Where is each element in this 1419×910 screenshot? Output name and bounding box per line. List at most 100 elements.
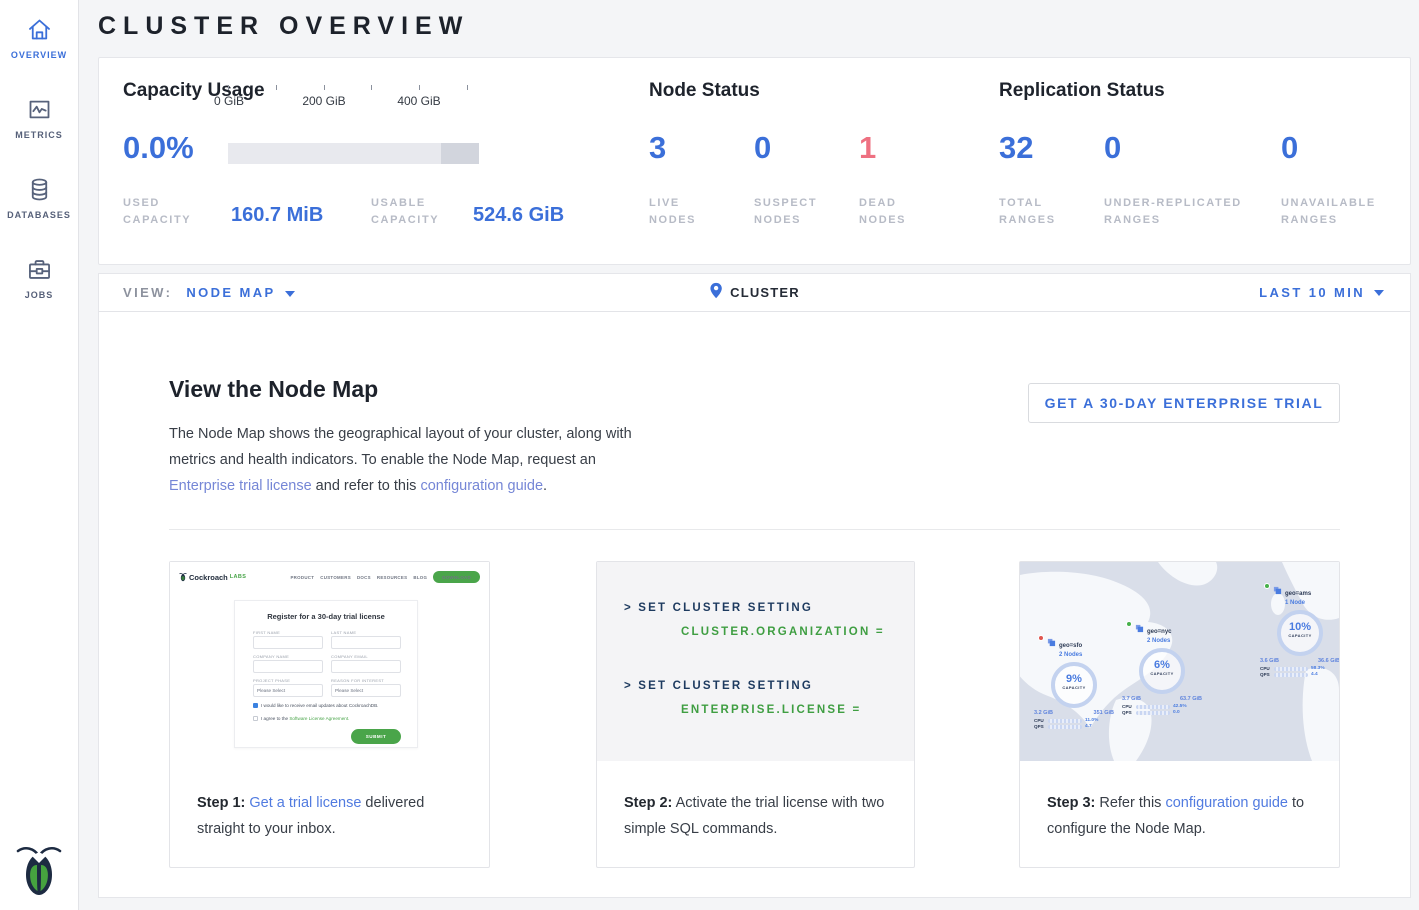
usable-capacity-value: 524.6 GiB <box>473 204 564 227</box>
used-capacity-value: 160.7 MiB <box>231 204 323 227</box>
unavailable-ranges-label: UNAVAILABLERANGES <box>1281 195 1376 229</box>
node-map-title: View the Node Map <box>169 376 378 403</box>
cockroachdb-bug-logo <box>15 843 63 897</box>
sql-line: CLUSTER.ORGANIZATION = <box>681 626 885 638</box>
time-range-selector[interactable]: LAST 10 MIN <box>1259 274 1384 311</box>
node-map-panel: View the Node Map The Node Map shows the… <box>98 312 1411 898</box>
dead-nodes-value: 1 <box>859 130 876 166</box>
email-updates-checkbox: I would like to receive email updates ab… <box>253 703 378 708</box>
step-3-card: geo=sfo2 Nodes 9% CAPACITY 3.2 GiB351 Gi… <box>1019 561 1340 868</box>
site-nav-item: BLOG <box>413 575 427 580</box>
total-ranges-label: TOTALRANGES <box>999 195 1056 229</box>
live-node-dot <box>1264 583 1270 589</box>
download-pill: DOWNLOAD <box>433 571 480 583</box>
site-nav-item: DOCS <box>357 575 371 580</box>
step-3-caption: Step 3: Refer this configuration guide t… <box>1047 790 1317 842</box>
configuration-guide-link[interactable]: configuration guide <box>420 478 543 494</box>
description-text: The Node Map shows the geographical layo… <box>169 426 632 468</box>
get-enterprise-trial-button[interactable]: GET A 30-DAY ENTERPRISE TRIAL <box>1028 383 1340 423</box>
used-capacity-label: USEDCAPACITY <box>123 195 191 229</box>
view-bar: VIEW: NODE MAP CLUSTER LAST 10 MIN <box>98 273 1411 312</box>
site-nav-item: PRODUCT <box>290 575 314 580</box>
description-text: . <box>543 478 547 494</box>
sidebar-item-label: JOBS <box>0 290 78 300</box>
capacity-gauge-reserved-segment <box>441 143 479 164</box>
gauge-tick <box>276 85 277 90</box>
step-1-caption: Step 1: Get a trial license delivered st… <box>197 790 467 842</box>
cluster-summary-card: Capacity Usage 0.0% 0 GiB 200 GiB 400 Gi… <box>98 57 1411 265</box>
chevron-down-icon <box>285 291 295 297</box>
enterprise-trial-license-link[interactable]: Enterprise trial license <box>169 478 312 494</box>
time-range-value: LAST 10 MIN <box>1259 285 1365 300</box>
node-cube-icon <box>1135 620 1144 638</box>
field-label: LAST NAME <box>331 630 356 635</box>
step-1-card: Cockroach LABS PRODUCT CUSTOMERS DOCS RE… <box>169 561 490 868</box>
gauge-tick-label: 400 GiB <box>397 94 440 108</box>
usable-capacity-label: USABLECAPACITY <box>371 195 439 229</box>
gauge-tick <box>228 85 229 90</box>
node-cube-icon <box>1047 634 1056 652</box>
gauge-tick <box>371 85 372 90</box>
jobs-icon <box>0 256 78 283</box>
site-nav-item: RESOURCES <box>377 575 408 580</box>
step-2-card: > SET CLUSTER SETTING CLUSTER.ORGANIZATI… <box>596 561 915 868</box>
company-email-input <box>331 660 401 673</box>
metrics-icon <box>0 96 78 123</box>
configuration-guide-link[interactable]: configuration guide <box>1165 795 1288 811</box>
sql-line: ENTERPRISE.LICENSE = <box>681 704 861 716</box>
license-agreement-checkbox: I agree to the Software License Agreemen… <box>253 716 349 721</box>
sidebar-item-overview[interactable]: OVERVIEW <box>0 16 78 60</box>
dead-node-dot <box>1038 635 1044 641</box>
cockroach-labs-logo: Cockroach LABS <box>179 572 246 582</box>
sidebar-item-label: DATABASES <box>0 210 78 220</box>
chevron-down-icon <box>1374 290 1384 296</box>
description-text: and refer to this <box>312 478 421 494</box>
live-nodes-value: 3 <box>649 130 666 166</box>
live-node-dot <box>1126 621 1132 627</box>
node-map-thumbnail: geo=sfo2 Nodes 9% CAPACITY 3.2 GiB351 Gi… <box>1020 562 1339 761</box>
get-trial-license-link[interactable]: Get a trial license <box>249 795 361 811</box>
registration-page-thumbnail: Cockroach LABS PRODUCT CUSTOMERS DOCS RE… <box>170 562 489 767</box>
node-map-description: The Node Map shows the geographical layo… <box>169 421 637 499</box>
live-nodes-label: LIVENODES <box>649 195 696 229</box>
total-ranges-value: 32 <box>999 130 1033 166</box>
site-nav-item: CUSTOMERS <box>320 575 351 580</box>
breadcrumb-cluster: CLUSTER <box>730 285 800 300</box>
under-replicated-ranges-label: UNDER-REPLICATEDRANGES <box>1104 195 1242 229</box>
sidebar-item-jobs[interactable]: JOBS <box>0 256 78 300</box>
capacity-ring: 6% CAPACITY <box>1139 648 1185 694</box>
first-name-input <box>253 636 323 649</box>
capacity-ring: 10% CAPACITY <box>1277 610 1323 656</box>
field-label: COMPANY EMAIL <box>331 654 368 659</box>
last-name-input <box>331 636 401 649</box>
gauge-tick-label: 200 GiB <box>302 94 345 108</box>
field-label: COMPANY NAME <box>253 654 289 659</box>
sidebar-item-databases[interactable]: DATABASES <box>0 176 78 220</box>
step-2-caption: Step 2: Activate the trial license with … <box>624 790 894 842</box>
project-phase-select: Please Select <box>253 684 323 697</box>
node-cube-icon <box>1273 582 1282 600</box>
map-region-sfo: geo=sfo2 Nodes 9% CAPACITY 3.2 GiB351 Gi… <box>1032 634 1116 729</box>
view-selected-value: NODE MAP <box>186 285 275 300</box>
sidebar-item-label: METRICS <box>0 130 78 140</box>
field-label: REASON FOR INTEREST <box>331 678 384 683</box>
sidebar-item-metrics[interactable]: METRICS <box>0 96 78 140</box>
page-title: CLUSTER OVERVIEW <box>98 12 469 41</box>
field-label: PROJECT PHASE <box>253 678 290 683</box>
location-pin-icon <box>709 282 722 304</box>
suspect-nodes-value: 0 <box>754 130 771 166</box>
map-region-nyc: geo=nyc2 Nodes 6% CAPACITY 3.7 GiB63.7 G… <box>1120 620 1204 715</box>
sidebar-item-label: OVERVIEW <box>0 50 78 60</box>
company-name-input <box>253 660 323 673</box>
node-status-title: Node Status <box>649 80 760 102</box>
field-label: FIRST NAME <box>253 630 280 635</box>
gauge-tick <box>419 85 420 90</box>
reason-select: Please Select <box>331 684 401 697</box>
dead-nodes-label: DEADNODES <box>859 195 906 229</box>
suspect-nodes-label: SUSPECTNODES <box>754 195 817 229</box>
view-selector[interactable]: NODE MAP <box>186 285 294 300</box>
under-replicated-ranges-value: 0 <box>1104 130 1121 166</box>
view-label: VIEW: <box>123 285 172 300</box>
replication-status-title: Replication Status <box>999 80 1165 102</box>
unavailable-ranges-value: 0 <box>1281 130 1298 166</box>
